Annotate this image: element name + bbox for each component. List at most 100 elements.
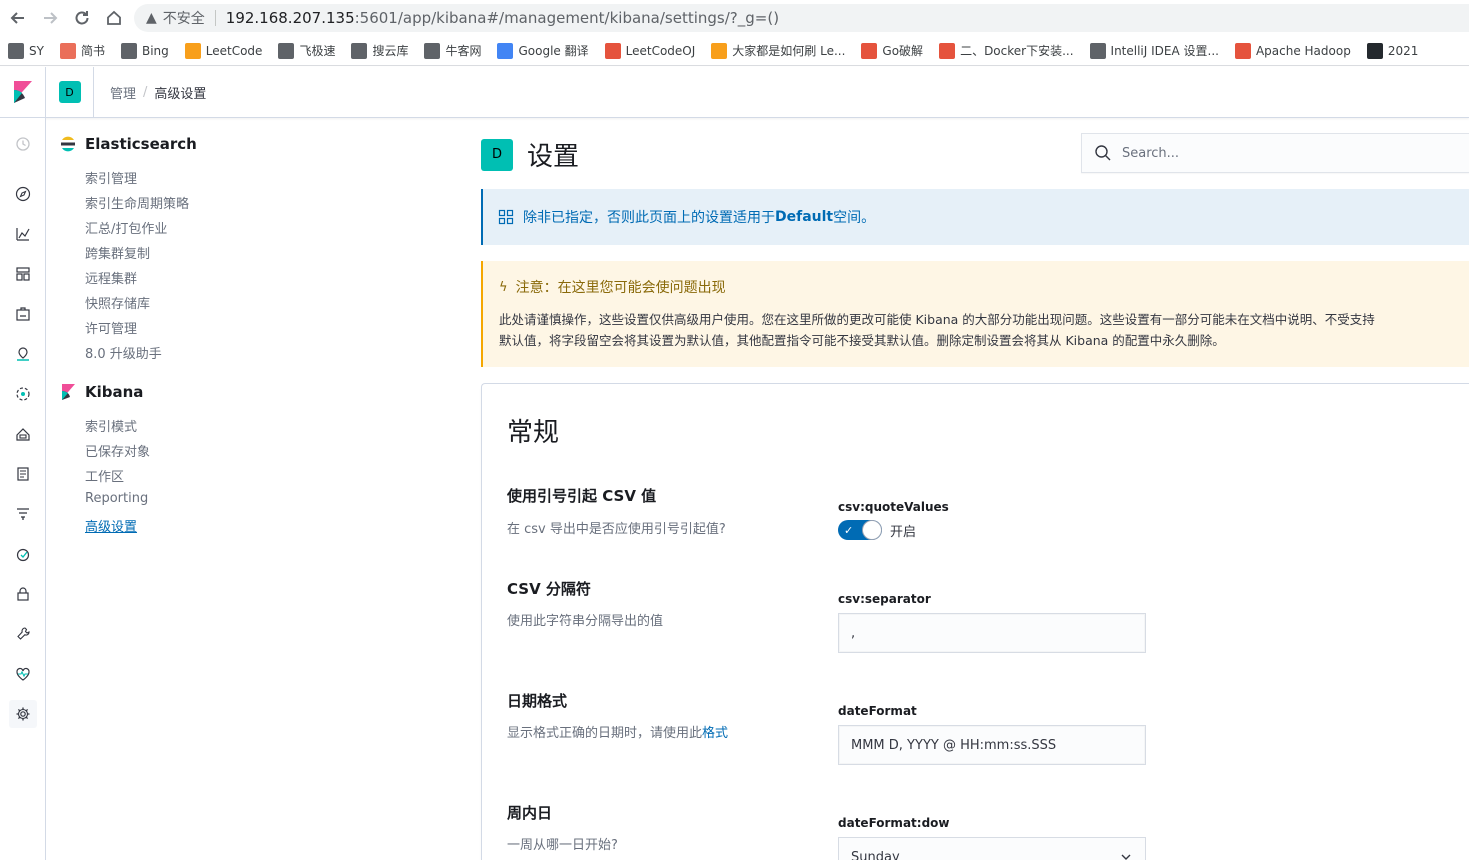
separator-input[interactable] — [838, 613, 1146, 653]
sidenav-item-kibana[interactable]: 已保存对象 — [85, 441, 150, 460]
bookmark-favicon-icon — [497, 42, 514, 59]
bookmark-label: 搜云库 — [372, 44, 409, 58]
space-avatar: D — [58, 81, 81, 103]
sidenav-item-elasticsearch[interactable]: 索引生命周期策略 — [85, 193, 189, 212]
home-button[interactable] — [98, 0, 130, 36]
sidenav-item-elasticsearch[interactable]: 8.0 升级助手 — [85, 343, 162, 362]
sidenav-item-elasticsearch[interactable]: 汇总/打包作业 — [85, 218, 167, 237]
bookmark-item[interactable]: Bing — [120, 42, 169, 59]
sidenav-group-title: Elasticsearch — [85, 135, 197, 153]
toggle-track[interactable]: ✓ — [838, 520, 882, 540]
nav-dashboard[interactable] — [9, 260, 37, 288]
bookmark-favicon-icon — [351, 42, 368, 59]
field-title-date-format: 日期格式 — [507, 692, 568, 710]
nav-siem[interactable] — [9, 580, 37, 608]
bookmark-item[interactable]: 搜云库 — [351, 42, 408, 59]
back-button[interactable] — [2, 0, 34, 36]
bolt-icon: ϟ — [499, 279, 508, 295]
nav-machine-learning[interactable] — [9, 380, 37, 408]
recently-viewed-button[interactable] — [9, 130, 37, 158]
bookmark-item[interactable]: 2021 — [1366, 42, 1418, 59]
bookmark-item[interactable]: Google 翻译 — [497, 42, 589, 59]
toggle-knob — [862, 520, 882, 540]
url-host: 192.168.207.135 — [225, 9, 355, 27]
bookmark-favicon-icon — [604, 42, 621, 59]
nav-uptime[interactable] — [9, 540, 37, 568]
nav-canvas[interactable] — [9, 300, 37, 328]
nav-visualize[interactable] — [9, 220, 37, 248]
nav-maps[interactable] — [9, 340, 37, 368]
kibana-logo[interactable] — [0, 66, 46, 118]
nav-management[interactable] — [9, 700, 37, 728]
arrow-right-icon — [44, 12, 58, 24]
warning-line-2: 默认值，将字段留空会将其设置为默认值，其他配置指令可能不接受其默认值。删除定制设… — [499, 333, 1225, 348]
bookmark-item[interactable]: SY — [8, 42, 44, 59]
bookmark-item[interactable]: LeetCodeOJ — [604, 42, 696, 59]
bookmark-item[interactable]: 简书 — [59, 42, 105, 59]
field-key-quote-values: csv:quoteValues — [838, 500, 949, 514]
bookmark-item[interactable]: Apache Hadoop — [1234, 42, 1351, 59]
bookmark-favicon-icon — [184, 42, 201, 59]
bookmark-item[interactable]: 牛客网 — [424, 42, 481, 59]
sidenav-item-kibana[interactable]: Reporting — [85, 491, 148, 506]
bookmark-favicon-icon — [278, 42, 295, 59]
field-title-separator: CSV 分隔符 — [507, 580, 591, 598]
sidenav-item-elasticsearch[interactable]: 快照存储库 — [85, 293, 150, 312]
nav-discover[interactable] — [9, 180, 37, 208]
bookmark-item[interactable]: Go破解 — [861, 42, 923, 59]
bookmark-label: LeetCodeOJ — [625, 43, 696, 58]
nav-monitoring[interactable] — [9, 660, 37, 688]
browser-toolbar: ▲ 不安全 192.168.207.135:5601/app/kibana#/m… — [0, 0, 1469, 36]
warning-line-1: 此处请谨慎操作，这些设置仅供高级用户使用。您在这里所做的更改可能使 Kibana… — [499, 312, 1375, 327]
search-icon — [1095, 145, 1111, 161]
bookmark-item[interactable]: LeetCode — [184, 42, 262, 59]
format-link[interactable]: 格式 — [702, 726, 728, 741]
warning-title-row: ϟ 注意：在这里您可能会使问题出现 — [499, 277, 1469, 297]
bookmark-favicon-icon — [711, 42, 728, 59]
machine-learning-icon — [16, 387, 30, 401]
page-header: D 设置 — [481, 136, 579, 173]
space-selector[interactable]: D — [46, 66, 94, 118]
nav-apm[interactable] — [9, 500, 37, 528]
bookmark-favicon-icon — [120, 42, 137, 59]
bookmark-label: Google 翻译 — [518, 44, 589, 58]
wrench-icon — [17, 627, 30, 640]
field-key-separator: csv:separator — [838, 592, 931, 606]
dow-select[interactable]: Sunday — [838, 837, 1146, 860]
sidenav-item-kibana[interactable]: 高级设置 — [85, 516, 137, 535]
nav-infrastructure[interactable] — [9, 420, 37, 448]
callout-text-suffix: 空间。 — [833, 210, 876, 226]
sidenav-item-kibana[interactable]: 索引模式 — [85, 416, 137, 435]
date-format-input[interactable] — [838, 725, 1146, 765]
callout-text-prefix: 除非已指定，否则此页面上的设置适用于 — [523, 210, 775, 226]
bookmark-item[interactable]: IntelliJ IDEA 设置... — [1089, 42, 1219, 59]
sidenav-item-kibana[interactable]: 工作区 — [85, 466, 124, 485]
arrow-left-icon — [10, 12, 24, 24]
sidenav-item-elasticsearch[interactable]: 索引管理 — [85, 168, 137, 187]
quote-values-toggle[interactable]: ✓ 开启 — [838, 520, 916, 540]
breadcrumb-management[interactable]: 管理 — [110, 83, 136, 102]
sidenav-item-elasticsearch[interactable]: 跨集群复制 — [85, 243, 150, 262]
bookmark-item[interactable]: 二、Docker下安装... — [939, 42, 1074, 59]
bookmark-item[interactable]: 飞极速 — [278, 42, 335, 59]
address-bar[interactable]: ▲ 不安全 192.168.207.135:5601/app/kibana#/m… — [134, 4, 1469, 32]
sidenav-item-elasticsearch[interactable]: 远程集群 — [85, 268, 137, 287]
bookmark-favicon-icon — [861, 42, 878, 59]
nav-logs[interactable] — [9, 460, 37, 488]
maps-icon — [17, 347, 29, 361]
settings-search[interactable] — [1081, 133, 1469, 173]
apm-icon — [17, 508, 29, 520]
toggle-label: 开启 — [890, 524, 917, 540]
sidenav-item-elasticsearch[interactable]: 许可管理 — [85, 318, 137, 337]
app-nav — [0, 118, 46, 860]
nav-dev-tools[interactable] — [9, 620, 37, 648]
field-title-quote-values: 使用引号引起 CSV 值 — [507, 487, 657, 505]
search-input[interactable] — [1122, 145, 1442, 161]
forward-button[interactable] — [34, 0, 66, 36]
uptime-icon — [16, 548, 30, 562]
reload-button[interactable] — [66, 0, 98, 36]
bookmark-favicon-icon — [424, 42, 441, 59]
general-settings-panel: 常规 使用引号引起 CSV 值 在 csv 导出中是否应使用引号引起值? csv… — [481, 383, 1469, 860]
warning-title: 注意：在这里您可能会使问题出现 — [515, 280, 726, 296]
bookmark-item[interactable]: 大家都是如何刷 Le... — [711, 42, 845, 59]
